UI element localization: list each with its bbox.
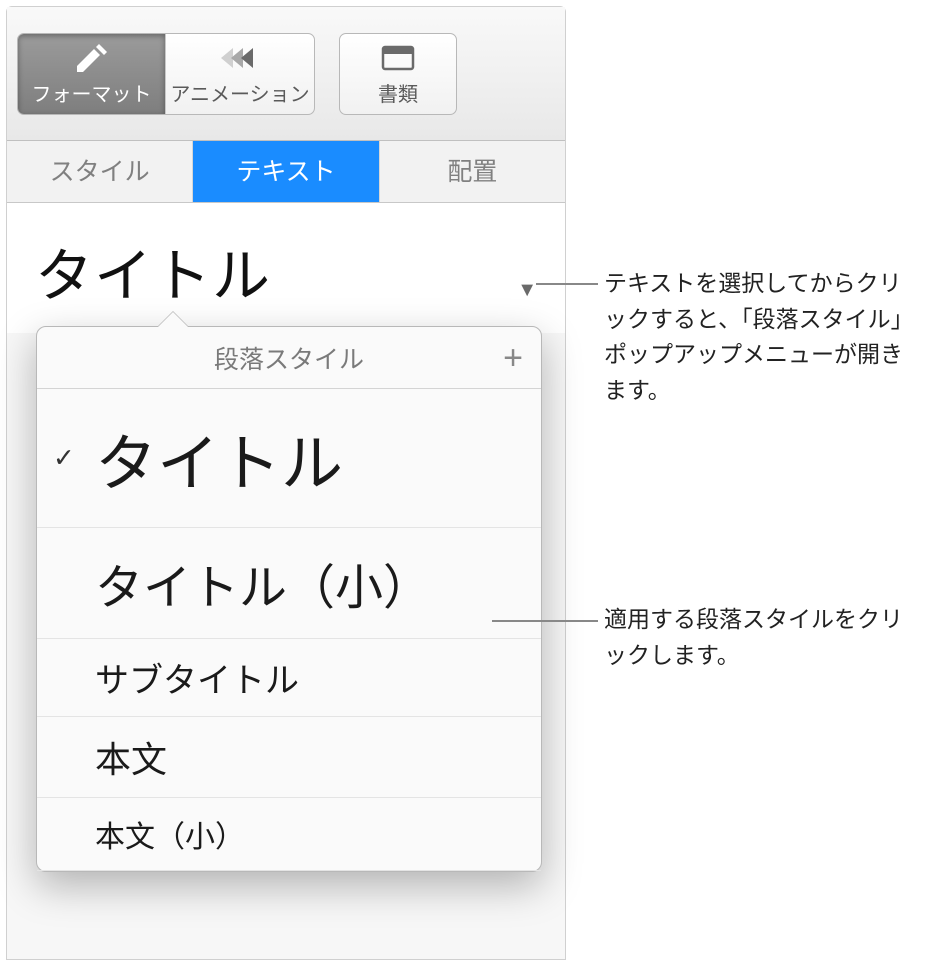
style-item-title-small[interactable]: タイトル（小） [37, 528, 541, 639]
format-button[interactable]: フォーマット [18, 34, 166, 114]
paragraph-style-area: タイトル ▼ [7, 203, 565, 333]
inspector-tabs: スタイル テキスト 配置 [7, 141, 565, 203]
inspector-segmented-control: フォーマット アニメーション [17, 33, 315, 115]
style-item-subtitle[interactable]: サブタイトル [37, 639, 541, 717]
callout-apply-style: 適用する段落スタイルをクリックします。 [604, 602, 914, 673]
tab-style[interactable]: スタイル [7, 141, 193, 202]
animation-button[interactable]: アニメーション [166, 34, 314, 114]
checkmark-icon: ✓ [53, 443, 75, 474]
format-label: フォーマット [32, 78, 152, 107]
paragraph-style-popup-button[interactable]: タイトル ▼ [35, 229, 537, 313]
callout-leader [536, 283, 598, 285]
animation-icon [219, 41, 261, 75]
style-item-label: タイトル [95, 413, 343, 503]
style-item-body-small[interactable]: 本文（小） [37, 798, 541, 871]
tab-arrange[interactable]: 配置 [380, 141, 565, 202]
style-item-title[interactable]: ✓ タイトル [37, 389, 541, 528]
style-item-label: タイトル（小） [95, 548, 431, 618]
document-button[interactable]: 書類 [339, 33, 457, 115]
style-item-body[interactable]: 本文 [37, 717, 541, 798]
paragraph-style-popover: 段落スタイル + ✓ タイトル タイトル（小） サブタイトル 本文 本文（小） [36, 326, 542, 872]
toolbar: フォーマット アニメーション 書類 [7, 7, 565, 141]
style-item-label: 本文 [95, 731, 167, 783]
style-item-label: サブタイトル [95, 653, 299, 702]
paragraph-style-list: ✓ タイトル タイトル（小） サブタイトル 本文 本文（小） [37, 389, 541, 871]
tab-text[interactable]: テキスト [193, 141, 379, 202]
animation-label: アニメーション [170, 78, 309, 107]
style-item-label: 本文（小） [95, 812, 245, 856]
popover-header: 段落スタイル + [37, 327, 541, 389]
callout-leader [492, 620, 598, 622]
callout-popup-menu: テキストを選択してからクリックすると、「段落スタイル」ポップアップメニューが開き… [604, 266, 914, 409]
popover-title: 段落スタイル [214, 340, 364, 376]
add-style-button[interactable]: + [503, 341, 523, 375]
document-icon [381, 41, 415, 75]
current-style-name: タイトル [35, 229, 271, 313]
document-label: 書類 [378, 78, 418, 107]
chevron-down-icon: ▼ [517, 279, 537, 302]
paintbrush-icon [74, 41, 110, 75]
